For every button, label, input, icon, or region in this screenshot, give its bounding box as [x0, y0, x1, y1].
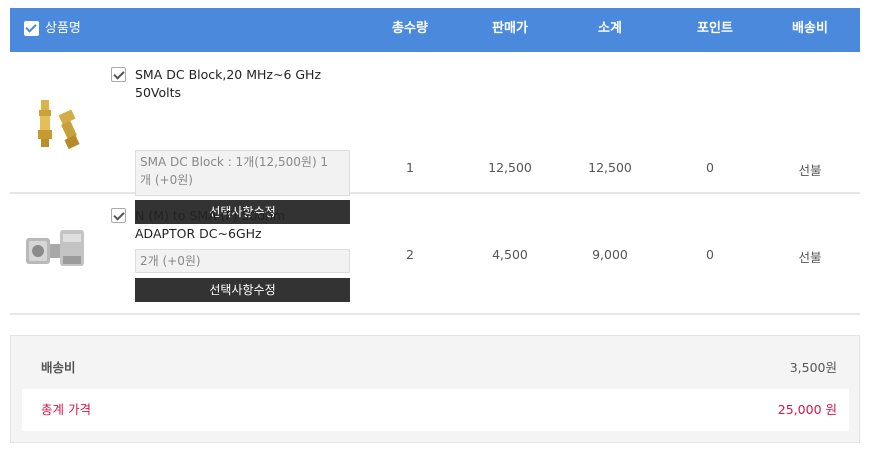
summary-total-label: 총계 가격 [41, 402, 91, 417]
product-name-line1[interactable]: N (M) to SMA (F) 50ohm [135, 207, 350, 225]
item-qty: 1 [406, 160, 414, 175]
header-point: 포인트 [697, 21, 733, 36]
item-qty: 2 [406, 247, 414, 262]
product-name-line1[interactable]: SMA DC Block,20 MHz~6 GHz [135, 66, 350, 84]
header-product-name: 상품명 [24, 8, 144, 52]
item-shipping: 선불 [798, 163, 822, 178]
cart-table: 상품명 총수량 판매가 소계 포인트 배송비 SMA DC Block,20 M… [10, 8, 860, 315]
cart-item-row: SMA DC Block,20 MHz~6 GHz 50Volts SMA DC… [10, 52, 860, 224]
item-shipping: 선불 [798, 250, 822, 265]
item-point: 0 [706, 247, 714, 262]
item-checkbox[interactable] [111, 208, 126, 223]
header-shipping: 배송비 [792, 21, 828, 36]
option-summary: SMA DC Block : 1개(12,500원) 1 개 (+0원) [135, 150, 350, 196]
item-subtotal: 9,000 [592, 247, 628, 262]
item-checkbox[interactable] [111, 67, 126, 82]
product-name[interactable]: N (M) to SMA (F) 50ohm ADAPTOR DC~6GHz [135, 207, 350, 243]
item-price: 12,500 [488, 160, 532, 175]
product-name-line2[interactable]: 50Volts [135, 84, 350, 102]
header-sale-price: 판매가 [492, 21, 528, 36]
cart-item-row: N (M) to SMA (F) 50ohm ADAPTOR DC~6GHz 2… [10, 194, 860, 315]
summary-total-row: 총계 가격 25,000 원 [22, 389, 849, 431]
product-thumbnail-sma-dc-block[interactable] [20, 92, 90, 162]
product-name-line2[interactable]: ADAPTOR DC~6GHz [135, 225, 350, 243]
header-product-name-label: 상품명 [45, 21, 81, 36]
summary-total-value: 25,000 원 [777, 402, 837, 417]
product-name[interactable]: SMA DC Block,20 MHz~6 GHz 50Volts [135, 66, 350, 102]
summary-shipping-label: 배송비 [41, 360, 76, 375]
option-line2: 개 (+0원) [140, 173, 193, 187]
header-total-qty: 총수량 [392, 21, 428, 36]
edit-options-button[interactable]: 선택사항수정 [135, 278, 350, 302]
order-summary: 배송비 3,500원 총계 가격 25,000 원 [10, 335, 860, 443]
item-subtotal: 12,500 [588, 160, 632, 175]
option-line1: SMA DC Block : 1개(12,500원) 1 [140, 155, 329, 169]
summary-shipping-row: 배송비 3,500원 [22, 347, 849, 389]
header-subtotal: 소계 [598, 21, 622, 36]
item-price: 4,500 [492, 247, 528, 262]
select-all-checkbox[interactable] [24, 21, 39, 36]
cart-header: 상품명 총수량 판매가 소계 포인트 배송비 [10, 8, 860, 52]
product-thumbnail-n-to-sma-adaptor[interactable] [20, 216, 90, 286]
item-point: 0 [706, 160, 714, 175]
option-summary: 2개 (+0원) [135, 249, 350, 273]
summary-shipping-value: 3,500원 [789, 360, 837, 375]
option-line1: 2개 (+0원) [140, 254, 201, 268]
